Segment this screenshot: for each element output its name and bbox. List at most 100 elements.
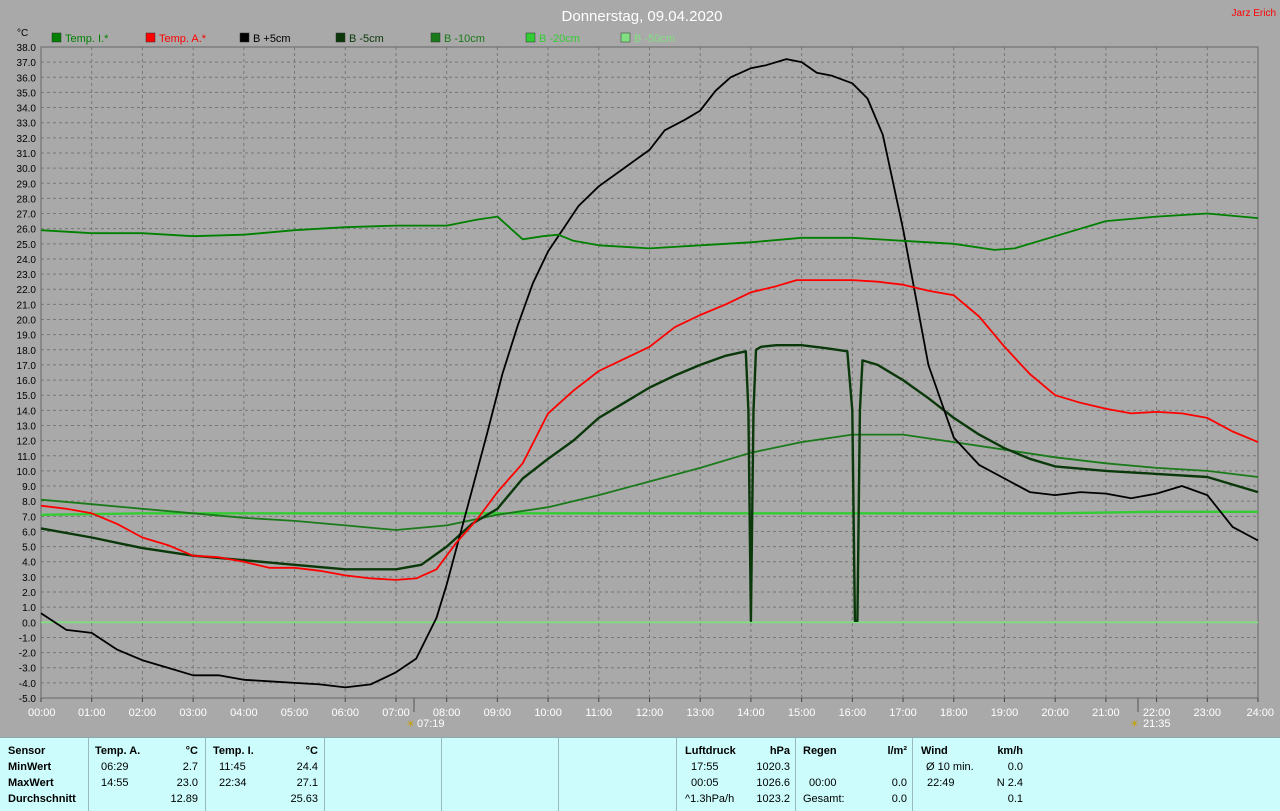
- y-tick-label: -3.0: [19, 664, 37, 675]
- x-tick-label: 03:00: [179, 707, 207, 719]
- y-tick-label: 0.0: [22, 618, 36, 629]
- x-tick-label: 07:00: [382, 707, 410, 719]
- y-tick-label: 16.0: [17, 376, 37, 387]
- temp-a-column: Temp. A. °C 06:29 2.7 14:55 23.0 12.89: [88, 738, 206, 811]
- empty-column-2: [441, 738, 559, 811]
- legend-item: B -5cm: [335, 32, 384, 45]
- legend-swatch: [239, 32, 250, 43]
- pressure-max-time: 00:05: [691, 777, 719, 789]
- y-tick-label: 8.0: [22, 497, 36, 508]
- y-tick-label: 36.0: [17, 73, 37, 84]
- y-tick-label: 7.0: [22, 512, 36, 523]
- x-tick-label: 20:00: [1041, 707, 1069, 719]
- y-tick-label: -1.0: [19, 633, 37, 644]
- rain-unit: l/m²: [887, 745, 907, 757]
- x-tick-label: 13:00: [686, 707, 714, 719]
- legend-label: B -10cm: [444, 33, 485, 45]
- wind-max-time: 22:49: [927, 777, 955, 789]
- x-tick-label: 16:00: [839, 707, 867, 719]
- legend-label: B -5cm: [349, 33, 384, 45]
- y-tick-label: 21.0: [17, 300, 37, 311]
- series-line-0: [40, 212, 1259, 251]
- x-tick-label: 05:00: [281, 707, 309, 719]
- x-tick-label: 00:00: [28, 707, 56, 719]
- rain-header: Regen: [803, 745, 837, 757]
- pressure-column: Luftdruck hPa 17:55 1020.3 00:05 1026.6 …: [676, 738, 796, 811]
- y-tick-label: 12.0: [17, 437, 37, 448]
- wind-avg-value: 0.0: [1007, 761, 1023, 773]
- y-tick-label: 28.0: [17, 194, 37, 205]
- legend-item: B +5cm: [239, 32, 291, 45]
- row-label-min: MinWert: [8, 761, 52, 773]
- y-tick-label: 33.0: [17, 119, 37, 130]
- chart: Donnerstag, 09.04.2020 Jarz Erich °C Tem…: [17, 8, 1276, 730]
- legend-label: B -20cm: [539, 33, 580, 45]
- legend-swatch: [51, 32, 62, 43]
- sensor-header: Sensor: [8, 745, 46, 757]
- y-tick-label: 22.0: [17, 285, 37, 296]
- x-tick-label: 01:00: [78, 707, 106, 719]
- sensor-column: Sensor MinWert MaxWert Durchschnitt: [0, 738, 88, 811]
- y-tick-label: 34.0: [17, 104, 37, 115]
- y-tick-label: 5.0: [22, 543, 36, 554]
- series-line-3: [40, 344, 1259, 622]
- author-label: Jarz Erich: [1232, 8, 1276, 19]
- x-tick-label: 04:00: [230, 707, 258, 719]
- x-tick-label: 18:00: [940, 707, 968, 719]
- y-tick-label: 1.0: [22, 603, 36, 614]
- temp-i-min-time: 11:45: [219, 761, 246, 773]
- wind-column: Wind km/h Ø 10 min. 0.0 22:49 N 2.4 0.1: [912, 738, 1031, 811]
- x-tick-label: 24:00: [1246, 707, 1274, 719]
- legend-swatch: [620, 32, 631, 43]
- y-tick-label: -4.0: [19, 679, 37, 690]
- y-tick-label: 25.0: [17, 240, 37, 251]
- y-tick-label: 10.0: [17, 467, 37, 478]
- legend-swatch: [525, 32, 536, 43]
- rain-max-value: 0.0: [891, 777, 907, 789]
- chart-title: Donnerstag, 09.04.2020: [562, 8, 723, 25]
- legend-item: Temp. A.*: [145, 32, 207, 45]
- legend-label: Temp. A.*: [159, 33, 207, 45]
- sunset-time: 21:35: [1143, 718, 1171, 730]
- empty-column-3: [558, 738, 677, 811]
- temp-a-min-time: 06:29: [101, 761, 129, 773]
- pressure-min-value: 1020.3: [756, 761, 790, 773]
- grid: [41, 47, 1258, 698]
- legend: Temp. I.* Temp. A.* B +5cm B -5cm B -10cm B -…: [51, 32, 675, 45]
- y-tick-label: 31.0: [17, 149, 37, 160]
- legend-swatch: [430, 32, 441, 43]
- legend-item: Temp. I.*: [51, 32, 109, 45]
- x-tick-label: 21:00: [1092, 707, 1120, 719]
- pressure-avg-value: 1023.2: [756, 793, 790, 805]
- y-tick-label: 17.0: [17, 361, 37, 372]
- x-tick-label: 23:00: [1194, 707, 1222, 719]
- y-tick-label: 3.0: [22, 573, 36, 584]
- y-tick-label: 19.0: [17, 331, 37, 342]
- y-tick-label: 11.0: [17, 452, 36, 463]
- temp-i-min-value: 24.4: [296, 761, 318, 773]
- row-label-avg: Durchschnitt: [8, 793, 76, 805]
- wind-day-avg-value: 0.1: [1007, 793, 1023, 805]
- y-tick-label: 37.0: [17, 58, 37, 69]
- statistics-panel: Sensor MinWert MaxWert Durchschnitt Temp…: [0, 737, 1280, 811]
- x-tick-label: 14:00: [737, 707, 765, 719]
- y-tick-label: 9.0: [22, 482, 36, 493]
- legend-label: Temp. I.*: [65, 33, 109, 45]
- y-unit-label: °C: [17, 28, 28, 39]
- x-axis: 00:00 01:00 02:00 03:00 04:00 05:00 06:00 07:00…: [28, 698, 1274, 719]
- empty-column-1: [324, 738, 442, 811]
- sunrise-time: 07:19: [417, 718, 445, 730]
- temp-i-max-time: 22:34: [219, 777, 247, 789]
- temp-a-min-value: 2.7: [182, 761, 198, 773]
- legend-item: B -20cm: [525, 32, 580, 45]
- wind-avg-label: Ø 10 min.: [926, 761, 974, 773]
- legend-swatch: [335, 32, 346, 43]
- temp-i-avg-value: 25.63: [290, 793, 318, 805]
- x-tick-label: 09:00: [484, 707, 512, 719]
- rain-max-time: 00:00: [809, 777, 837, 789]
- legend-item: B -50cm: [620, 32, 675, 45]
- pressure-min-time: 17:55: [691, 761, 719, 773]
- y-tick-label: 30.0: [17, 164, 37, 175]
- sunset-icon: ☀: [1130, 719, 1139, 730]
- legend-label: B -50cm: [634, 33, 675, 45]
